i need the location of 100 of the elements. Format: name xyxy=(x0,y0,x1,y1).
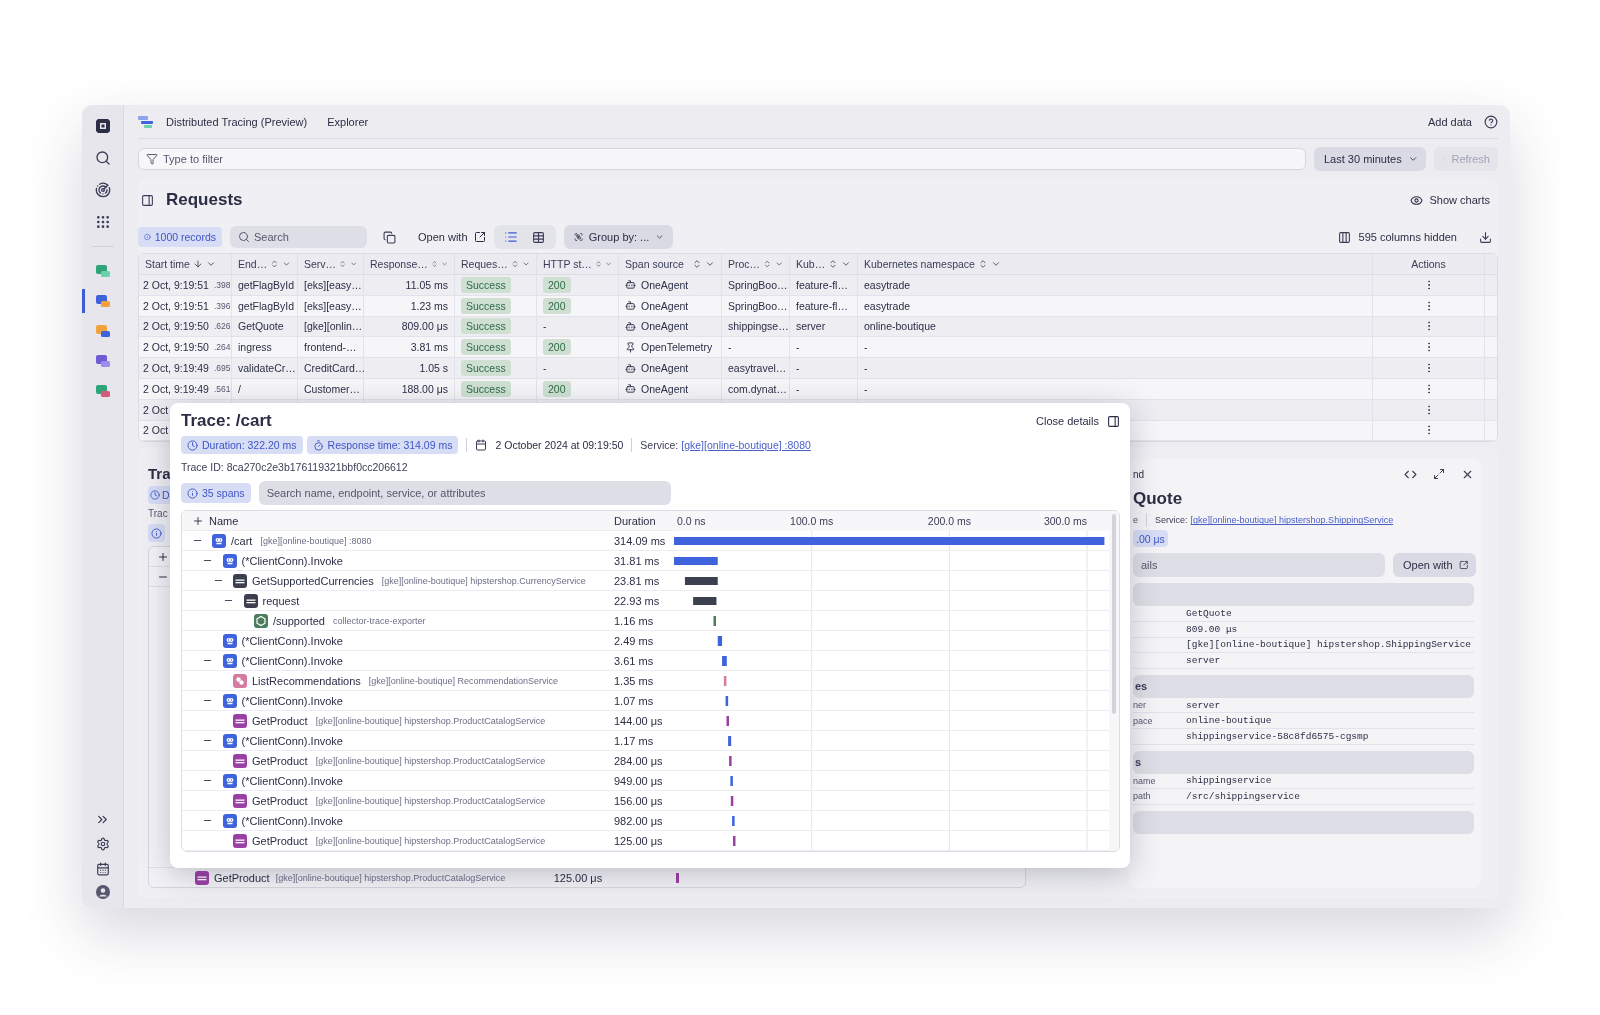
column-header[interactable]: Kub… xyxy=(790,254,858,274)
search-icon xyxy=(94,150,111,166)
span-name[interactable]: (*ClientConn).Invoke xyxy=(241,634,343,647)
column-header[interactable]: End… xyxy=(232,254,298,274)
span-name[interactable]: /supported xyxy=(273,614,325,627)
span-name[interactable]: (*ClientConn).Invoke xyxy=(241,734,343,747)
open-external-icon xyxy=(1458,559,1468,572)
service-link[interactable]: [gke][online-boutique] hipstershop.ShippingService xyxy=(1190,515,1394,526)
span-duration: 314.09 ms xyxy=(613,534,667,547)
attribute-key: name xyxy=(1133,775,1186,786)
table-cell: getFlagById xyxy=(232,295,298,316)
show-charts-button[interactable]: Show charts xyxy=(1410,193,1490,207)
info-icon xyxy=(187,487,198,499)
span-duration: 125.00 μs xyxy=(553,871,604,884)
span-duration: 284.00 μs xyxy=(613,754,664,767)
span-name[interactable]: (*ClientConn).Invoke xyxy=(241,554,343,567)
span-name[interactable]: /cart xyxy=(231,534,253,547)
attribute-value: 809.00 μs xyxy=(1186,623,1239,635)
span-name[interactable]: ListRecommendations xyxy=(252,674,361,687)
table-cell: com.dynat… xyxy=(722,379,790,399)
column-header[interactable]: HTTP st… xyxy=(537,254,619,274)
plus-icon[interactable] xyxy=(157,550,169,563)
span-name[interactable]: (*ClientConn).Invoke xyxy=(241,774,343,787)
copy-button[interactable] xyxy=(383,230,396,244)
calendar-icon xyxy=(475,439,488,451)
column-header[interactable]: Response… xyxy=(364,254,455,274)
attribute-value: server xyxy=(1186,699,1222,711)
duration-chip: D xyxy=(148,486,172,505)
caret-icon xyxy=(990,259,1001,269)
explorer-tab[interactable]: Explorer xyxy=(327,115,369,128)
http-status-badge: 200 xyxy=(543,297,571,314)
calendar-icon xyxy=(95,862,110,876)
group-by-dropdown[interactable]: Group by: ... xyxy=(563,225,673,249)
panel-toggle-button[interactable] xyxy=(141,193,154,207)
section-header[interactable]: s xyxy=(1133,750,1474,774)
table-cell: - xyxy=(790,358,858,378)
open-with-button[interactable]: Open with xyxy=(1393,553,1476,578)
status-badge: Success xyxy=(461,380,511,397)
table-cell: - xyxy=(858,379,1373,399)
table-cell: OneAgent xyxy=(641,382,689,395)
column-header[interactable]: Start time xyxy=(139,254,232,274)
span-search-field[interactable]: Search name, endpoint, service, or attributes xyxy=(258,481,671,505)
span-duration: 3.61 ms xyxy=(613,654,655,667)
column-header[interactable]: Reques… xyxy=(455,254,537,274)
help-button[interactable] xyxy=(1484,114,1498,129)
plus-icon xyxy=(192,514,204,527)
span-name[interactable]: (*ClientConn).Invoke xyxy=(241,654,343,667)
table-cell: CreditCard… xyxy=(298,358,364,378)
app-icon xyxy=(94,353,111,369)
maximize-button[interactable] xyxy=(1433,468,1445,481)
column-header[interactable]: Span source xyxy=(619,254,722,274)
attribute-key: ner xyxy=(1133,700,1186,711)
http-status-badge: 200 xyxy=(543,276,571,293)
span-name[interactable]: GetProduct xyxy=(252,794,308,807)
span-name[interactable]: request xyxy=(262,594,300,607)
span-duration: 156.00 μs xyxy=(613,794,664,807)
span-name[interactable]: GetProduct xyxy=(252,714,308,727)
span-service: [gke][online-boutique] RecommendationService xyxy=(368,675,558,686)
column-header[interactable]: Kubernetes namespace xyxy=(858,254,1373,274)
column-header: Duration xyxy=(613,514,657,527)
info-icon xyxy=(151,527,162,539)
search-field[interactable]: ails xyxy=(1133,553,1385,578)
robot-icon xyxy=(625,300,636,312)
attribute-value: [gke][online-boutique] hipstershop.ShippingService xyxy=(1186,639,1473,651)
search-field[interactable]: Search xyxy=(230,226,367,248)
table-cell: / xyxy=(232,379,298,399)
span-service: [gke][online-boutique] hipstershop.ProductCatalogService xyxy=(315,835,546,846)
info-icon xyxy=(144,231,151,243)
app-icon xyxy=(94,383,111,399)
maximize-icon xyxy=(1433,468,1445,481)
attribute-key: path xyxy=(1133,791,1186,802)
span-duration: 1.35 ms xyxy=(613,674,655,687)
span-name[interactable]: (*ClientConn).Invoke xyxy=(241,814,343,827)
span-name[interactable]: GetProduct xyxy=(252,754,308,767)
caret-icon xyxy=(774,259,783,269)
span-name[interactable]: GetSupportedCurrencies xyxy=(252,574,374,587)
column-header[interactable]: Serv… xyxy=(298,254,364,274)
expand-all-button[interactable] xyxy=(192,514,204,527)
download-icon xyxy=(1479,230,1492,244)
table-cell: GetQuote xyxy=(232,316,298,337)
columns-hidden-text[interactable]: 595 columns hidden xyxy=(1358,231,1457,243)
span-name[interactable]: (*ClientConn).Invoke xyxy=(241,694,343,707)
span-duration: 31.81 ms xyxy=(613,554,661,567)
meta-text: e xyxy=(1133,515,1138,526)
avatar-icon[interactable] xyxy=(94,884,111,900)
open-with-button[interactable]: Open with xyxy=(418,231,486,243)
table-cell: server xyxy=(790,316,858,337)
panel-icon xyxy=(141,193,154,207)
table-cell: ingress xyxy=(232,337,298,358)
service-link[interactable]: [gke][online-boutique] :8080 xyxy=(681,439,811,451)
table-cell: - xyxy=(722,337,790,358)
section-header[interactable]: es xyxy=(1133,674,1474,698)
filter-field[interactable]: Type to filter xyxy=(138,148,1306,170)
close-details-button[interactable]: Close details xyxy=(1036,414,1120,428)
column-header[interactable]: Proc… xyxy=(722,254,790,274)
trace-id: Trace ID: 8ca270c2e3b176119321bbf0cc206612 xyxy=(181,461,408,473)
download-button[interactable] xyxy=(1479,230,1492,244)
span-name[interactable]: GetProduct xyxy=(252,834,308,847)
add-data-button[interactable]: Add data xyxy=(1427,115,1472,128)
timeframe-dropdown[interactable]: Last 30 minutes xyxy=(1314,147,1426,171)
